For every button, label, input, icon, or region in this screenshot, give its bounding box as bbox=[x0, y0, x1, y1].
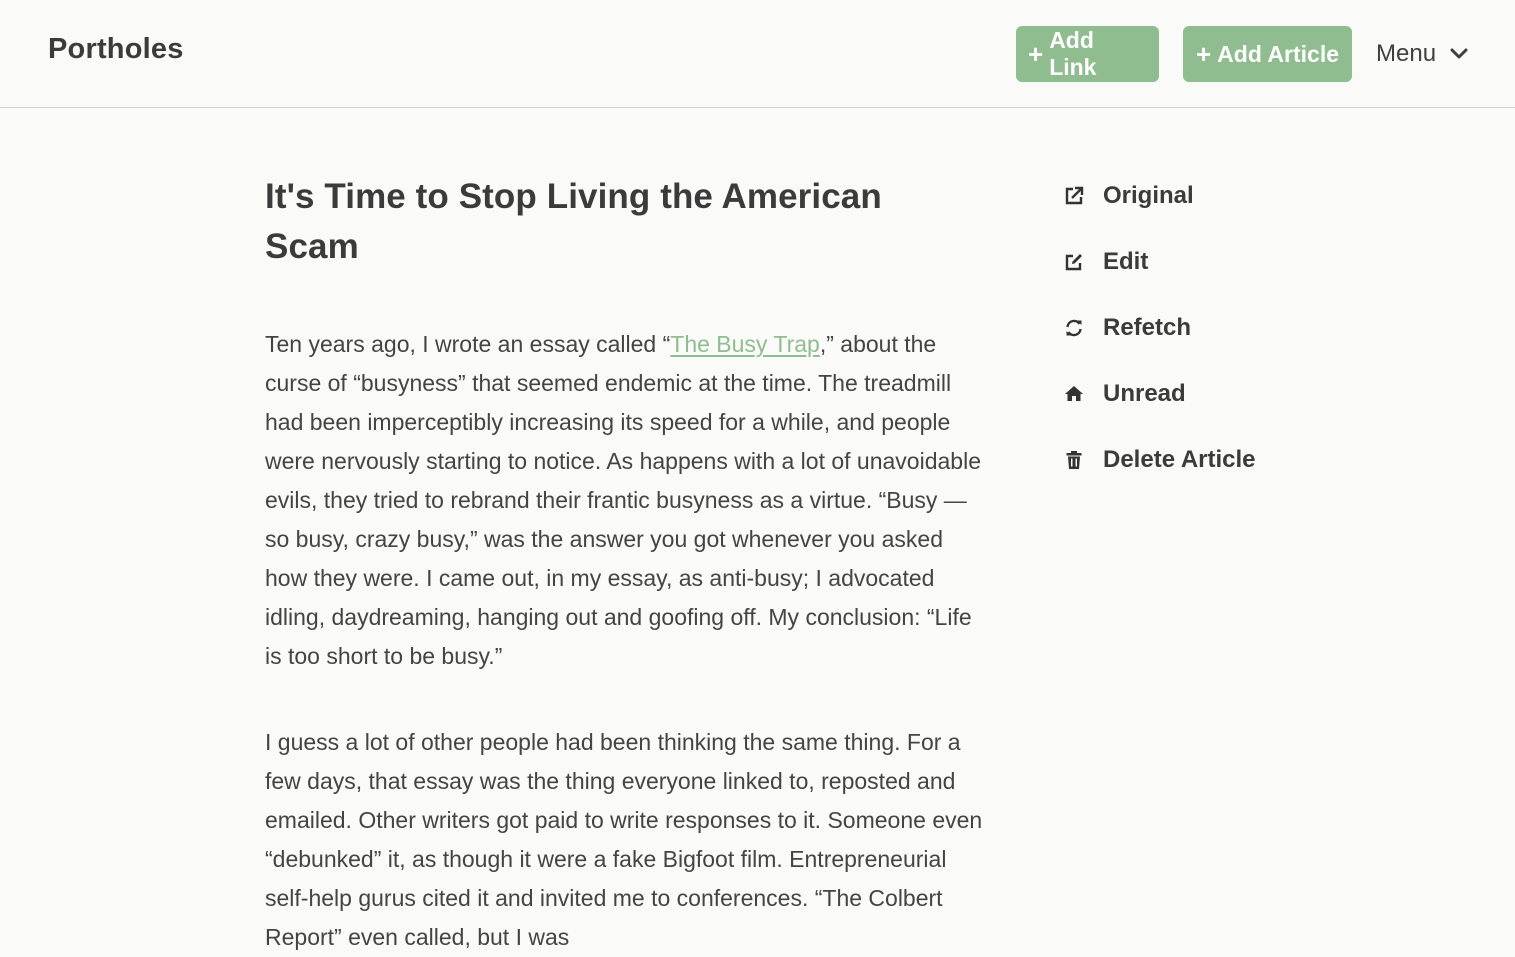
action-label: Edit bbox=[1103, 248, 1149, 275]
paragraph-text: ,” about the curse of “busyness” that se… bbox=[265, 331, 981, 669]
plus-icon: + bbox=[1028, 39, 1044, 69]
article-paragraph: I guess a lot of other people had been t… bbox=[265, 729, 983, 950]
article-title: It's Time to Stop Living the American Sc… bbox=[265, 177, 882, 266]
article-actions-sidebar: Original Edit Refetch Unread Delete Arti… bbox=[1063, 176, 1256, 506]
add-article-label: Add Article bbox=[1217, 40, 1339, 67]
article-content: It's Time to Stop Living the American Sc… bbox=[265, 172, 985, 957]
edit-action[interactable]: Edit bbox=[1063, 242, 1256, 282]
plus-icon: + bbox=[1195, 39, 1212, 69]
edit-icon bbox=[1063, 251, 1085, 273]
brand-logo-text[interactable]: Portholes bbox=[48, 33, 184, 66]
refresh-icon bbox=[1063, 317, 1085, 339]
busy-trap-link[interactable]: The Busy Trap bbox=[670, 331, 820, 357]
action-label: Delete Article bbox=[1103, 446, 1256, 473]
home-icon bbox=[1063, 383, 1085, 405]
unread-action[interactable]: Unread bbox=[1063, 374, 1256, 414]
refetch-action[interactable]: Refetch bbox=[1063, 308, 1256, 348]
article-paragraph: Ten years ago, I wrote an essay called “… bbox=[265, 325, 985, 676]
menu-dropdown[interactable]: Menu bbox=[1376, 36, 1468, 72]
paragraph-text: Ten years ago, I wrote an essay called “ bbox=[265, 331, 671, 357]
trash-icon bbox=[1063, 449, 1085, 471]
action-label: Original bbox=[1103, 182, 1194, 209]
top-navbar: Portholes + Add Link + Add Article Menu bbox=[0, 0, 1515, 108]
action-label: Refetch bbox=[1103, 314, 1192, 341]
external-link-icon bbox=[1063, 185, 1085, 207]
add-article-button[interactable]: + Add Article bbox=[1183, 26, 1352, 82]
menu-label: Menu bbox=[1376, 40, 1437, 67]
add-link-label: Add Link bbox=[1049, 27, 1097, 80]
original-action[interactable]: Original bbox=[1063, 176, 1256, 216]
action-label: Unread bbox=[1103, 380, 1186, 407]
add-link-button[interactable]: + Add Link bbox=[1016, 26, 1159, 82]
delete-article-action[interactable]: Delete Article bbox=[1063, 440, 1256, 480]
chevron-down-icon bbox=[1450, 48, 1468, 59]
